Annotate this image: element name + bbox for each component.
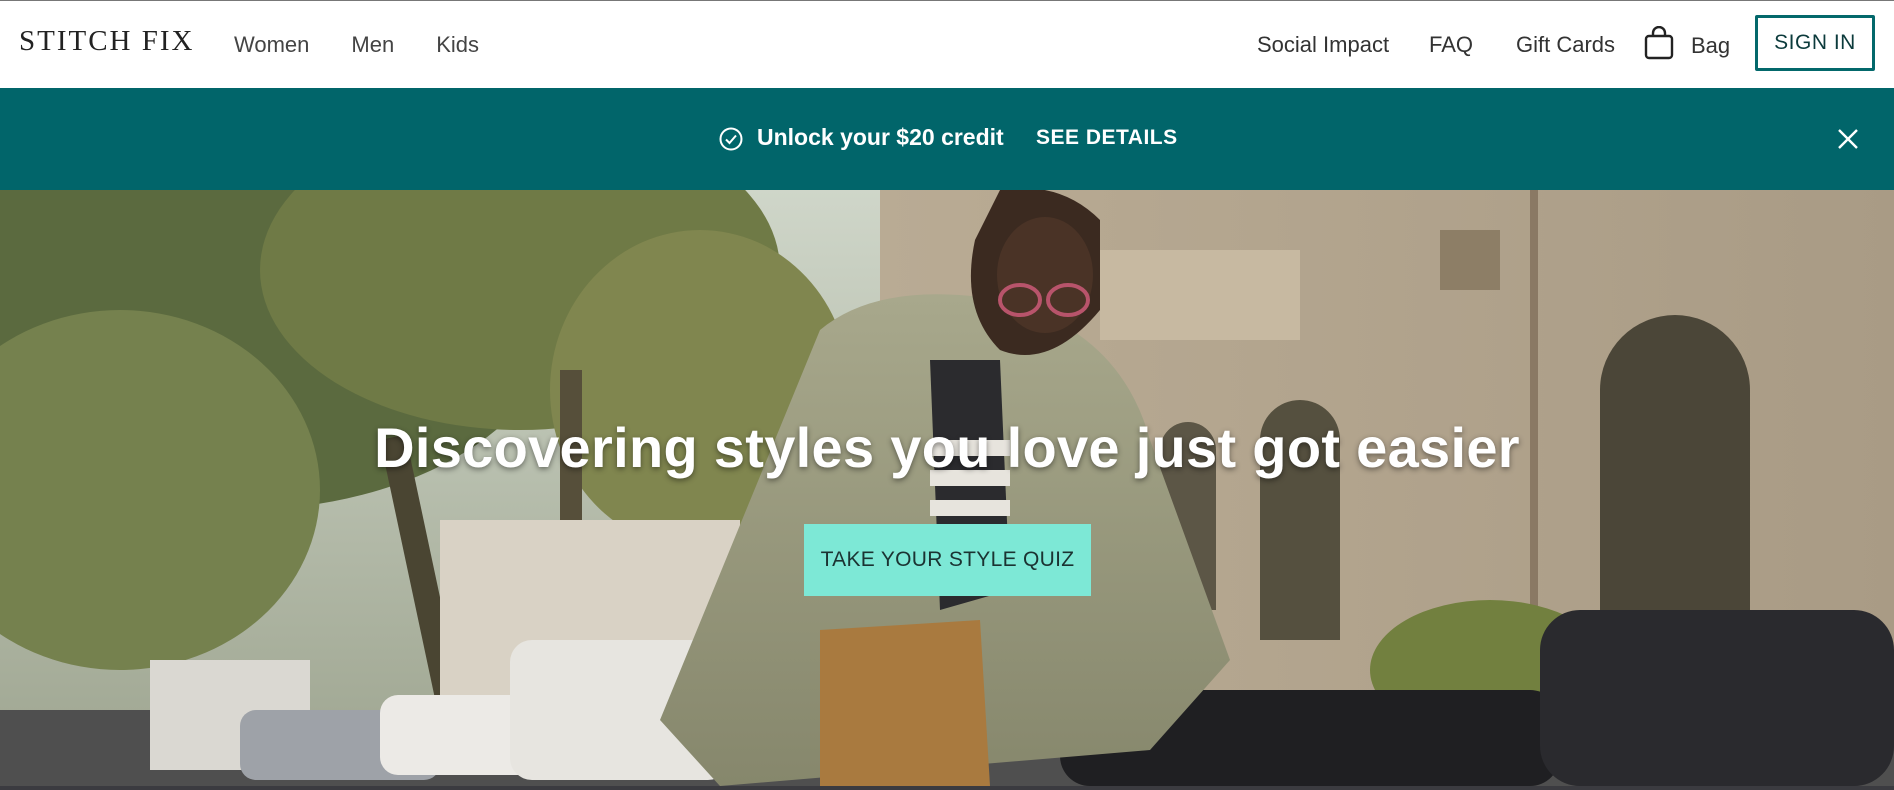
bag-link[interactable]: Bag: [1643, 26, 1730, 60]
check-circle-icon: [719, 127, 743, 151]
sign-in-button[interactable]: SIGN IN: [1755, 15, 1875, 71]
nav-women[interactable]: Women: [234, 32, 309, 58]
hero-section: Discovering styles you love just got eas…: [0, 190, 1894, 786]
credit-offer-text: Unlock your $20 credit: [757, 124, 1004, 150]
hero-headline: Discovering styles you love just got eas…: [374, 416, 1520, 479]
close-icon[interactable]: [1837, 128, 1859, 150]
bottom-edge: [0, 786, 1894, 790]
site-header: STITCH FIX Women Men Kids Social Impact …: [0, 1, 1894, 88]
nav-men[interactable]: Men: [351, 32, 394, 58]
bag-label: Bag: [1691, 33, 1731, 58]
take-style-quiz-button[interactable]: TAKE YOUR STYLE QUIZ: [804, 524, 1091, 596]
primary-nav: Women Men Kids: [234, 32, 521, 58]
nav-faq[interactable]: FAQ: [1429, 32, 1473, 58]
nav-gift-cards[interactable]: Gift Cards: [1516, 32, 1615, 58]
promo-banner: Unlock your $20 credit SEE DETAILS: [0, 88, 1894, 190]
nav-social-impact[interactable]: Social Impact: [1257, 32, 1389, 58]
shopping-bag-icon: [1644, 26, 1674, 60]
hero-background-image: [0, 190, 1894, 786]
nav-kids[interactable]: Kids: [436, 32, 479, 58]
see-details-link[interactable]: SEE DETAILS: [1036, 126, 1178, 150]
stitch-fix-logo[interactable]: STITCH FIX: [19, 25, 194, 58]
